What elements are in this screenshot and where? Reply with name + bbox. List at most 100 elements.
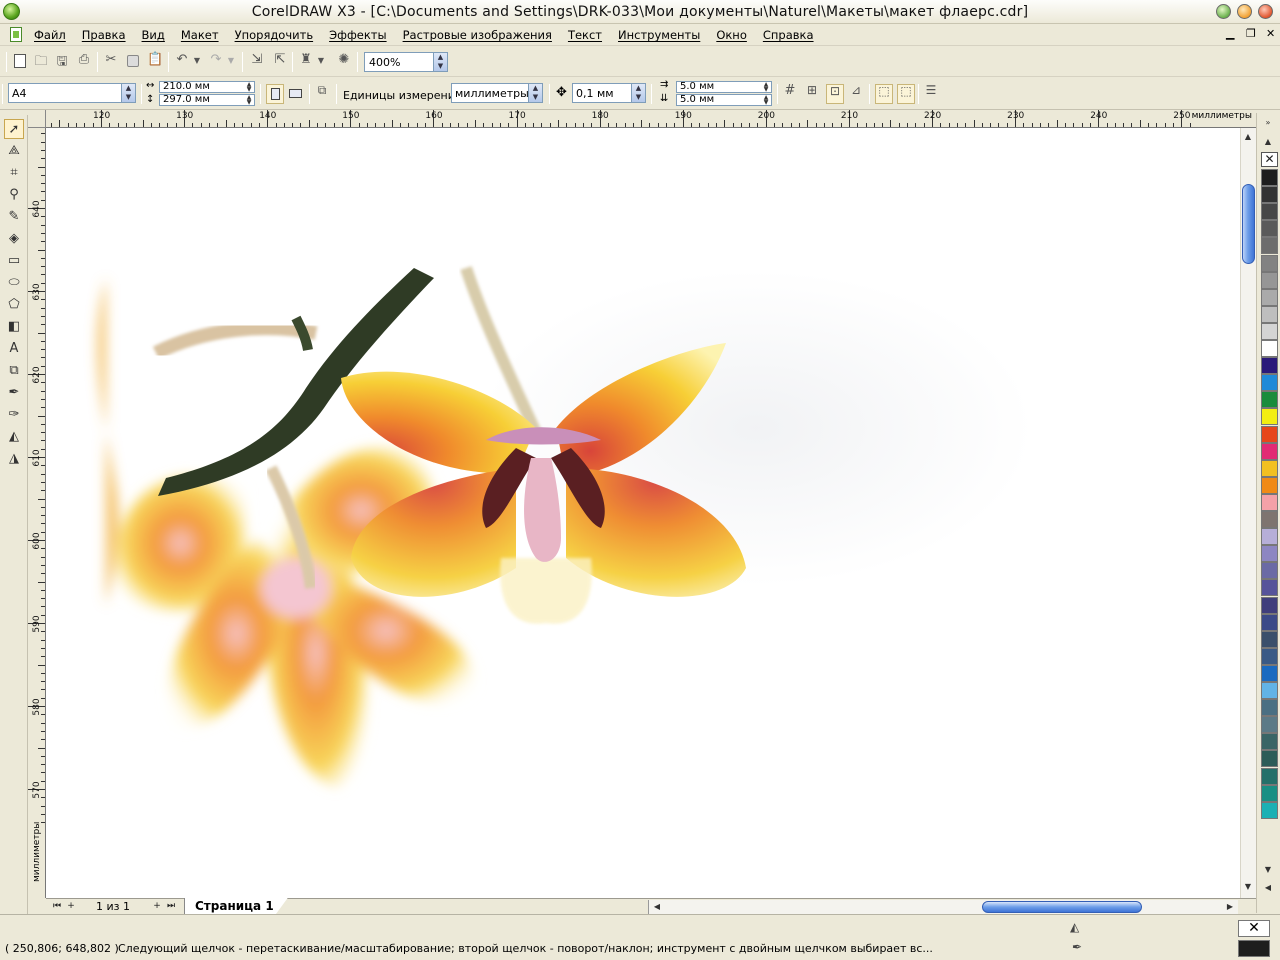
draw-objects-while-moving-button[interactable]: ⬚ bbox=[897, 84, 915, 104]
undo-dropdown[interactable]: ▼ bbox=[192, 53, 202, 69]
color-swatch[interactable] bbox=[1261, 699, 1278, 717]
drawing-canvas[interactable] bbox=[46, 128, 1240, 898]
page-height-spinner[interactable]: ▲ ▼ bbox=[244, 95, 254, 106]
nudge-spinner[interactable]: ▲ ▼ bbox=[631, 84, 645, 102]
color-swatch[interactable] bbox=[1261, 169, 1278, 186]
outline-color-indicator[interactable] bbox=[1238, 940, 1270, 957]
vertical-ruler[interactable]: миллиметры 640 630 620 610 600 590 580 570 bbox=[28, 128, 46, 898]
color-swatch[interactable] bbox=[1261, 579, 1278, 597]
cut-button[interactable]: ✂ bbox=[103, 52, 119, 69]
units-dropdown[interactable]: ▲ ▼ bbox=[528, 84, 542, 102]
color-swatch[interactable] bbox=[1261, 476, 1278, 494]
duplicate-x-spinner[interactable]: ▲ ▼ bbox=[761, 82, 771, 93]
menu-text[interactable]: Текст bbox=[568, 28, 602, 42]
horizontal-ruler[interactable]: миллиметры 120 130 140 150 160 170 180 190 200 21… bbox=[46, 110, 1256, 128]
color-swatch[interactable] bbox=[1261, 630, 1278, 648]
import-button[interactable]: ⇲ bbox=[249, 52, 265, 69]
scroll-right-icon[interactable]: ▶ bbox=[1223, 900, 1237, 914]
doc-minimize-icon[interactable]: ▁ bbox=[1226, 27, 1234, 40]
text-tool[interactable]: A bbox=[4, 339, 24, 359]
color-swatch[interactable] bbox=[1261, 322, 1278, 340]
page-tab[interactable]: Страница 1 bbox=[184, 898, 288, 915]
export-button[interactable]: ⇱ bbox=[272, 52, 288, 69]
color-swatch[interactable] bbox=[1261, 682, 1278, 699]
redo-button[interactable]: ↷ bbox=[208, 52, 224, 69]
color-swatch[interactable] bbox=[1261, 647, 1278, 665]
outline-tool[interactable]: ✑ bbox=[4, 405, 24, 425]
scroll-left-icon[interactable]: ◀ bbox=[650, 900, 664, 914]
menu-view[interactable]: Вид bbox=[142, 28, 165, 42]
color-swatch[interactable] bbox=[1261, 664, 1278, 682]
page-width-spinner[interactable]: ▲ ▼ bbox=[244, 82, 254, 93]
save-button[interactable]: 🖫 bbox=[54, 53, 70, 69]
first-page-icon[interactable]: ⏮ bbox=[50, 900, 64, 913]
color-swatch[interactable] bbox=[1261, 237, 1278, 255]
snap-to-objects-button[interactable]: ⊡ bbox=[826, 84, 844, 104]
color-swatch[interactable] bbox=[1261, 459, 1278, 477]
all-pages-button[interactable]: ⧉ bbox=[314, 83, 332, 104]
fill-color-indicator[interactable]: ✕ bbox=[1238, 920, 1270, 937]
shape-tool[interactable]: ⟁ bbox=[4, 141, 24, 161]
color-swatch[interactable] bbox=[1261, 220, 1278, 238]
menu-help[interactable]: Справка bbox=[763, 28, 814, 42]
doc-restore-icon[interactable]: ❐ bbox=[1246, 27, 1256, 40]
crop-tool[interactable]: ⌗ bbox=[4, 163, 24, 183]
vertical-scrollbar[interactable]: ▲ ▼ bbox=[1240, 128, 1256, 898]
copy-button[interactable] bbox=[125, 53, 141, 69]
color-swatch[interactable] bbox=[1261, 545, 1278, 563]
minimize-button[interactable] bbox=[1216, 4, 1231, 19]
document-icon[interactable] bbox=[10, 27, 22, 42]
color-swatch[interactable] bbox=[1261, 442, 1278, 460]
color-swatch[interactable] bbox=[1261, 750, 1278, 768]
color-swatch[interactable] bbox=[1261, 733, 1278, 751]
add-page-before-icon[interactable]: + bbox=[64, 900, 78, 913]
options-button[interactable]: ☰ bbox=[923, 83, 941, 104]
color-swatch[interactable] bbox=[1261, 801, 1278, 819]
page-width-field[interactable]: 210.0 мм ▲ ▼ bbox=[159, 81, 255, 93]
add-page-after-icon[interactable]: + bbox=[150, 900, 164, 913]
last-page-icon[interactable]: ⏭ bbox=[164, 900, 178, 913]
snap-to-guidelines-button[interactable]: ⊞ bbox=[804, 83, 822, 104]
color-swatch[interactable] bbox=[1261, 408, 1278, 426]
rectangle-tool[interactable]: ▭ bbox=[4, 251, 24, 271]
interactive-fill-tool[interactable]: ◮ bbox=[4, 449, 24, 469]
palette-scroll-up-icon[interactable]: ▲ bbox=[1261, 135, 1275, 149]
horizontal-scroll-thumb[interactable] bbox=[982, 901, 1142, 913]
maximize-button[interactable] bbox=[1237, 4, 1252, 19]
treat-as-filled-button[interactable]: ⬚ bbox=[875, 84, 893, 104]
color-swatch[interactable] bbox=[1261, 254, 1278, 272]
menu-arrange[interactable]: Упорядочить bbox=[235, 28, 314, 42]
portrait-button[interactable] bbox=[266, 84, 284, 104]
page-height-field[interactable]: 297.0 мм ▲ ▼ bbox=[159, 94, 255, 106]
color-swatch[interactable] bbox=[1261, 716, 1278, 734]
color-swatch[interactable] bbox=[1261, 596, 1278, 614]
undo-button[interactable]: ↶ bbox=[174, 52, 190, 69]
application-launcher-button[interactable]: ♜ bbox=[298, 52, 314, 69]
freehand-tool[interactable]: ✎ bbox=[4, 207, 24, 227]
snap-to-grid-button[interactable]: # bbox=[782, 83, 800, 104]
color-swatch[interactable] bbox=[1261, 613, 1278, 631]
color-swatch[interactable] bbox=[1261, 767, 1278, 785]
zoom-level-combo[interactable]: 400% ▲ ▼ bbox=[364, 52, 448, 72]
color-swatch[interactable] bbox=[1261, 784, 1278, 802]
ruler-origin[interactable] bbox=[28, 110, 46, 128]
fill-tool[interactable]: ◭ bbox=[4, 427, 24, 447]
landscape-button[interactable] bbox=[287, 84, 305, 104]
eyedropper-tool[interactable]: ✒ bbox=[4, 383, 24, 403]
interactive-blend-tool[interactable]: ⧉ bbox=[4, 361, 24, 381]
menu-tools[interactable]: Инструменты bbox=[618, 28, 700, 42]
launcher-dropdown[interactable]: ▼ bbox=[316, 53, 326, 69]
color-swatch[interactable] bbox=[1261, 391, 1278, 409]
nudge-distance-field[interactable]: 0,1 мм ▲ ▼ bbox=[572, 83, 646, 103]
close-button[interactable] bbox=[1258, 4, 1273, 19]
new-document-button[interactable] bbox=[12, 53, 28, 69]
dynamic-guides-button[interactable]: ⊿ bbox=[848, 83, 866, 104]
color-swatch[interactable] bbox=[1261, 493, 1278, 511]
menu-file[interactable]: Файл bbox=[34, 28, 66, 42]
color-swatch[interactable] bbox=[1261, 203, 1278, 221]
menu-bitmaps[interactable]: Растровые изображения bbox=[403, 28, 552, 42]
duplicate-y-spinner[interactable]: ▲ ▼ bbox=[761, 95, 771, 106]
polygon-tool[interactable]: ⬠ bbox=[4, 295, 24, 315]
zoom-tool[interactable]: ⚲ bbox=[4, 185, 24, 205]
color-swatch[interactable] bbox=[1261, 340, 1278, 357]
